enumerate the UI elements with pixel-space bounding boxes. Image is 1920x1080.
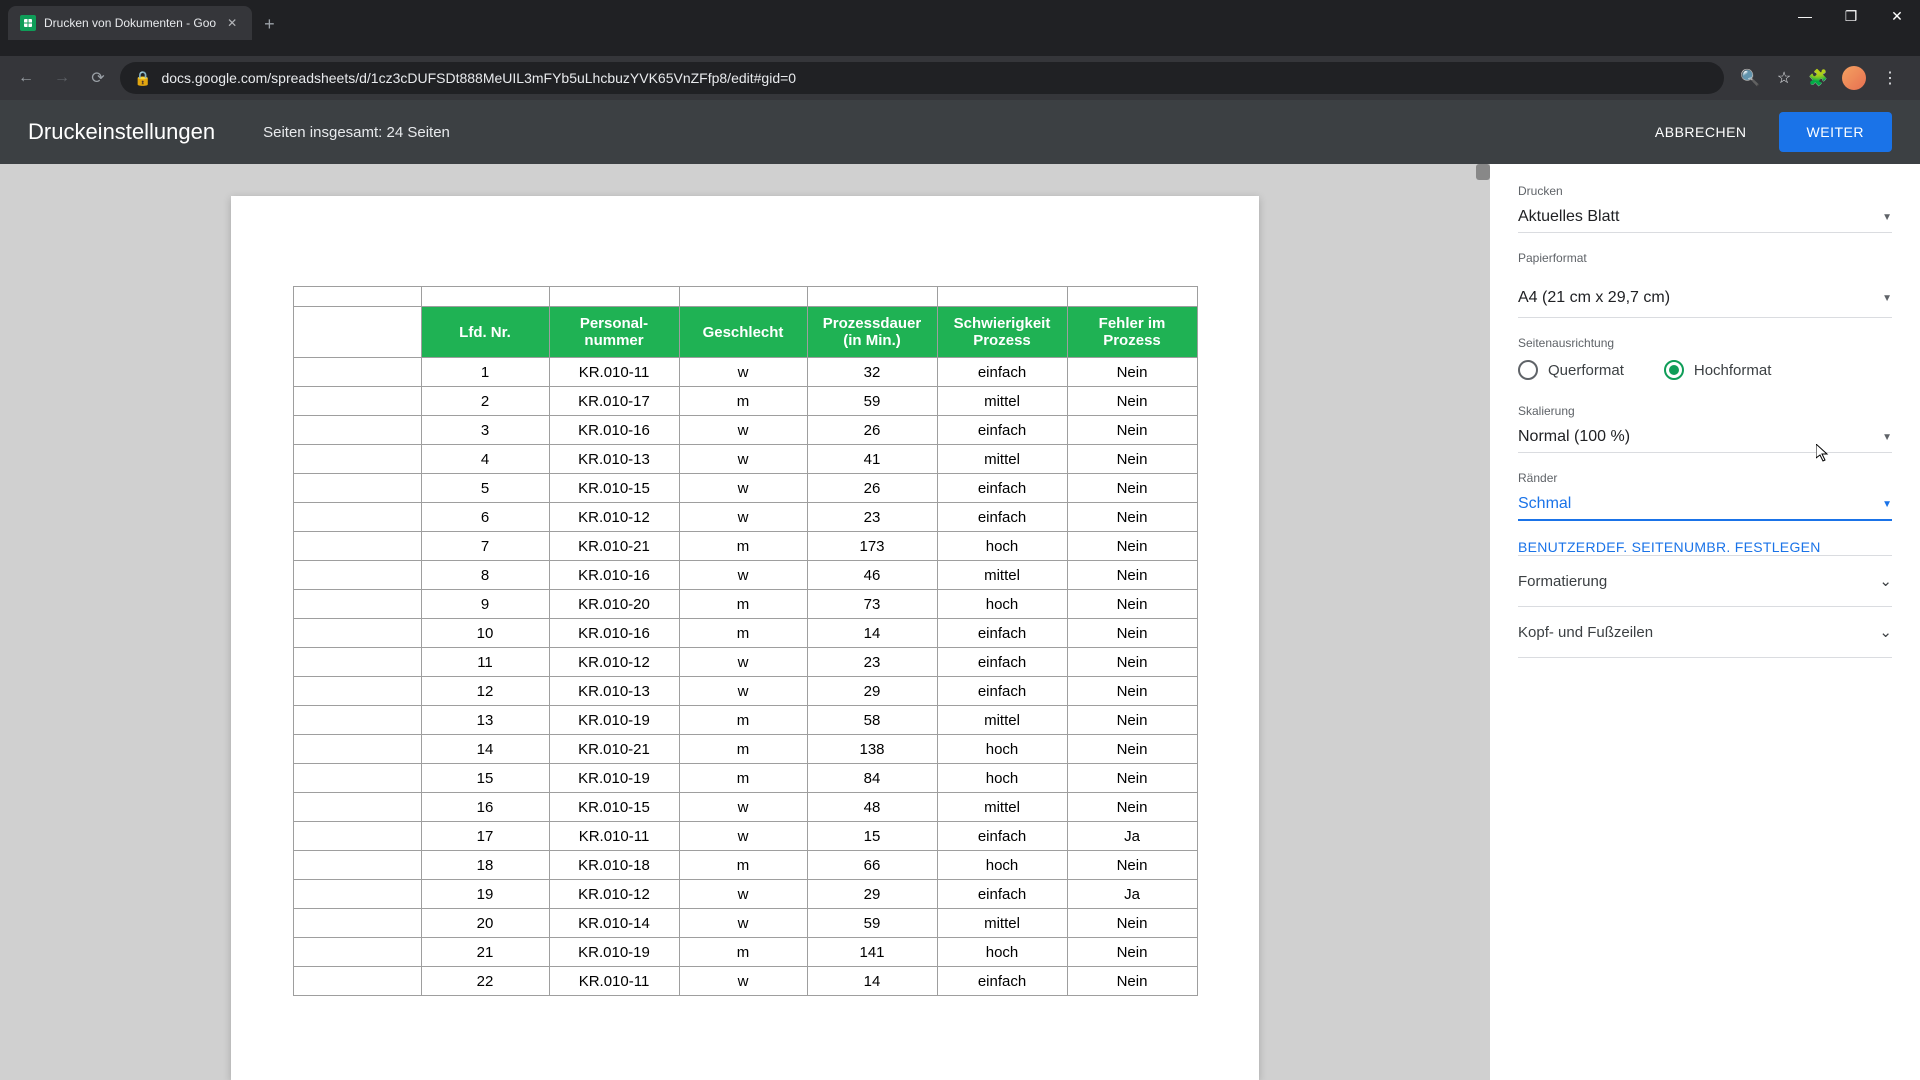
paper-format-dropdown[interactable]: A4 (21 cm x 29,7 cm) ▼ bbox=[1518, 269, 1892, 318]
paper-format-label: Papierformat bbox=[1518, 251, 1892, 265]
browser-tab-bar: Drucken von Dokumenten - Goo ✕ + — ❐ ✕ bbox=[0, 0, 1920, 56]
extensions-icon[interactable]: 🧩 bbox=[1808, 68, 1828, 88]
print-header: Druckeinstellungen Seiten insgesamt: 24 … bbox=[0, 100, 1920, 164]
next-button[interactable]: WEITER bbox=[1779, 112, 1892, 152]
margins-dropdown[interactable]: Schmal ▼ bbox=[1518, 489, 1892, 521]
table-row: 21KR.010-19m141hochNein bbox=[293, 938, 1197, 967]
table-row: 6KR.010-12w23einfachNein bbox=[293, 503, 1197, 532]
back-button[interactable]: ← bbox=[12, 64, 40, 92]
cancel-button[interactable]: ABBRECHEN bbox=[1639, 114, 1763, 150]
page-preview: Lfd. Nr. Personal-nummer Geschlecht Proz… bbox=[231, 196, 1259, 1080]
headers-footers-section[interactable]: Kopf- und Fußzeilen ⌄ bbox=[1518, 606, 1892, 658]
tab-title: Drucken von Dokumenten - Goo bbox=[44, 16, 216, 30]
table-row: 16KR.010-15w48mittelNein bbox=[293, 793, 1197, 822]
orientation-portrait-radio[interactable]: Hochformat bbox=[1664, 360, 1772, 380]
chevron-down-icon: ▼ bbox=[1882, 432, 1892, 443]
close-tab-icon[interactable]: ✕ bbox=[224, 15, 240, 31]
header-fehler: Fehler im Prozess bbox=[1067, 307, 1197, 358]
chevron-down-icon: ⌄ bbox=[1879, 572, 1892, 590]
lock-icon: 🔒 bbox=[134, 70, 151, 87]
radio-unchecked-icon bbox=[1518, 360, 1538, 380]
print-dropdown[interactable]: Aktuelles Blatt ▼ bbox=[1518, 202, 1892, 233]
settings-panel: Drucken Aktuelles Blatt ▼ Papierformat A… bbox=[1490, 164, 1920, 1080]
table-row: 15KR.010-19m84hochNein bbox=[293, 764, 1197, 793]
margins-label: Ränder bbox=[1518, 471, 1892, 485]
new-tab-button[interactable]: + bbox=[252, 14, 287, 35]
chevron-down-icon: ▼ bbox=[1882, 293, 1892, 304]
table-row: 1KR.010-11w32einfachNein bbox=[293, 358, 1197, 387]
table-row: 8KR.010-16w46mittelNein bbox=[293, 561, 1197, 590]
table-row: 14KR.010-21m138hochNein bbox=[293, 735, 1197, 764]
maximize-button[interactable]: ❐ bbox=[1828, 0, 1874, 32]
address-bar: ← → ⟳ 🔒 docs.google.com/spreadsheets/d/1… bbox=[0, 56, 1920, 100]
header-personalnummer: Personal-nummer bbox=[549, 307, 679, 358]
window-controls: — ❐ ✕ bbox=[1782, 0, 1920, 32]
forward-button[interactable]: → bbox=[48, 64, 76, 92]
chevron-down-icon: ▼ bbox=[1882, 499, 1892, 510]
bookmark-star-icon[interactable]: ☆ bbox=[1774, 68, 1794, 88]
table-row: 5KR.010-15w26einfachNein bbox=[293, 474, 1197, 503]
table-row: 2KR.010-17m59mittelNein bbox=[293, 387, 1197, 416]
table-row: 12KR.010-13w29einfachNein bbox=[293, 677, 1197, 706]
print-dropdown-label: Drucken bbox=[1518, 184, 1892, 198]
table-row: 22KR.010-11w14einfachNein bbox=[293, 967, 1197, 996]
custom-page-breaks-link[interactable]: BENUTZERDEF. SEITENUMBR. FESTLEGEN bbox=[1518, 539, 1892, 555]
print-preview-area[interactable]: Lfd. Nr. Personal-nummer Geschlecht Proz… bbox=[0, 164, 1490, 1080]
minimize-button[interactable]: — bbox=[1782, 0, 1828, 32]
table-row: 10KR.010-16m14einfachNein bbox=[293, 619, 1197, 648]
table-row: 9KR.010-20m73hochNein bbox=[293, 590, 1197, 619]
table-row: 17KR.010-11w15einfachJa bbox=[293, 822, 1197, 851]
menu-icon[interactable]: ⋮ bbox=[1880, 68, 1900, 88]
chevron-down-icon: ▼ bbox=[1882, 212, 1892, 223]
profile-avatar[interactable] bbox=[1842, 66, 1866, 90]
table-row: 20KR.010-14w59mittelNein bbox=[293, 909, 1197, 938]
close-window-button[interactable]: ✕ bbox=[1874, 0, 1920, 32]
orientation-label: Seitenausrichtung bbox=[1518, 336, 1892, 350]
blank-header bbox=[293, 307, 421, 358]
table-header-row: Lfd. Nr. Personal-nummer Geschlecht Proz… bbox=[293, 307, 1197, 358]
table-row: 11KR.010-12w23einfachNein bbox=[293, 648, 1197, 677]
header-lfd-nr: Lfd. Nr. bbox=[421, 307, 549, 358]
browser-tab[interactable]: Drucken von Dokumenten - Goo ✕ bbox=[8, 6, 252, 40]
header-schwierigkeit: Schwierigkeit Prozess bbox=[937, 307, 1067, 358]
table-row: 13KR.010-19m58mittelNein bbox=[293, 706, 1197, 735]
formatting-section[interactable]: Formatierung ⌄ bbox=[1518, 555, 1892, 606]
reload-button[interactable]: ⟳ bbox=[84, 64, 112, 92]
scale-dropdown[interactable]: Normal (100 %) ▼ bbox=[1518, 422, 1892, 453]
table-row: 19KR.010-12w29einfachJa bbox=[293, 880, 1197, 909]
preview-scrollbar[interactable] bbox=[1476, 164, 1490, 180]
data-table: Lfd. Nr. Personal-nummer Geschlecht Proz… bbox=[293, 286, 1198, 996]
page-count: Seiten insgesamt: 24 Seiten bbox=[263, 124, 450, 141]
scale-label: Skalierung bbox=[1518, 404, 1892, 418]
header-prozessdauer: Prozessdauer (in Min.) bbox=[807, 307, 937, 358]
table-row: 18KR.010-18m66hochNein bbox=[293, 851, 1197, 880]
header-geschlecht: Geschlecht bbox=[679, 307, 807, 358]
radio-checked-icon bbox=[1664, 360, 1684, 380]
sheets-favicon-icon bbox=[20, 15, 36, 31]
url-text: docs.google.com/spreadsheets/d/1cz3cDUFS… bbox=[161, 70, 796, 86]
table-row: 7KR.010-21m173hochNein bbox=[293, 532, 1197, 561]
zoom-icon[interactable]: 🔍 bbox=[1740, 68, 1760, 88]
chevron-down-icon: ⌄ bbox=[1879, 623, 1892, 641]
url-bar[interactable]: 🔒 docs.google.com/spreadsheets/d/1cz3cDU… bbox=[120, 62, 1724, 94]
table-row: 4KR.010-13w41mittelNein bbox=[293, 445, 1197, 474]
orientation-landscape-radio[interactable]: Querformat bbox=[1518, 360, 1624, 380]
table-row: 3KR.010-16w26einfachNein bbox=[293, 416, 1197, 445]
print-title: Druckeinstellungen bbox=[28, 119, 215, 145]
